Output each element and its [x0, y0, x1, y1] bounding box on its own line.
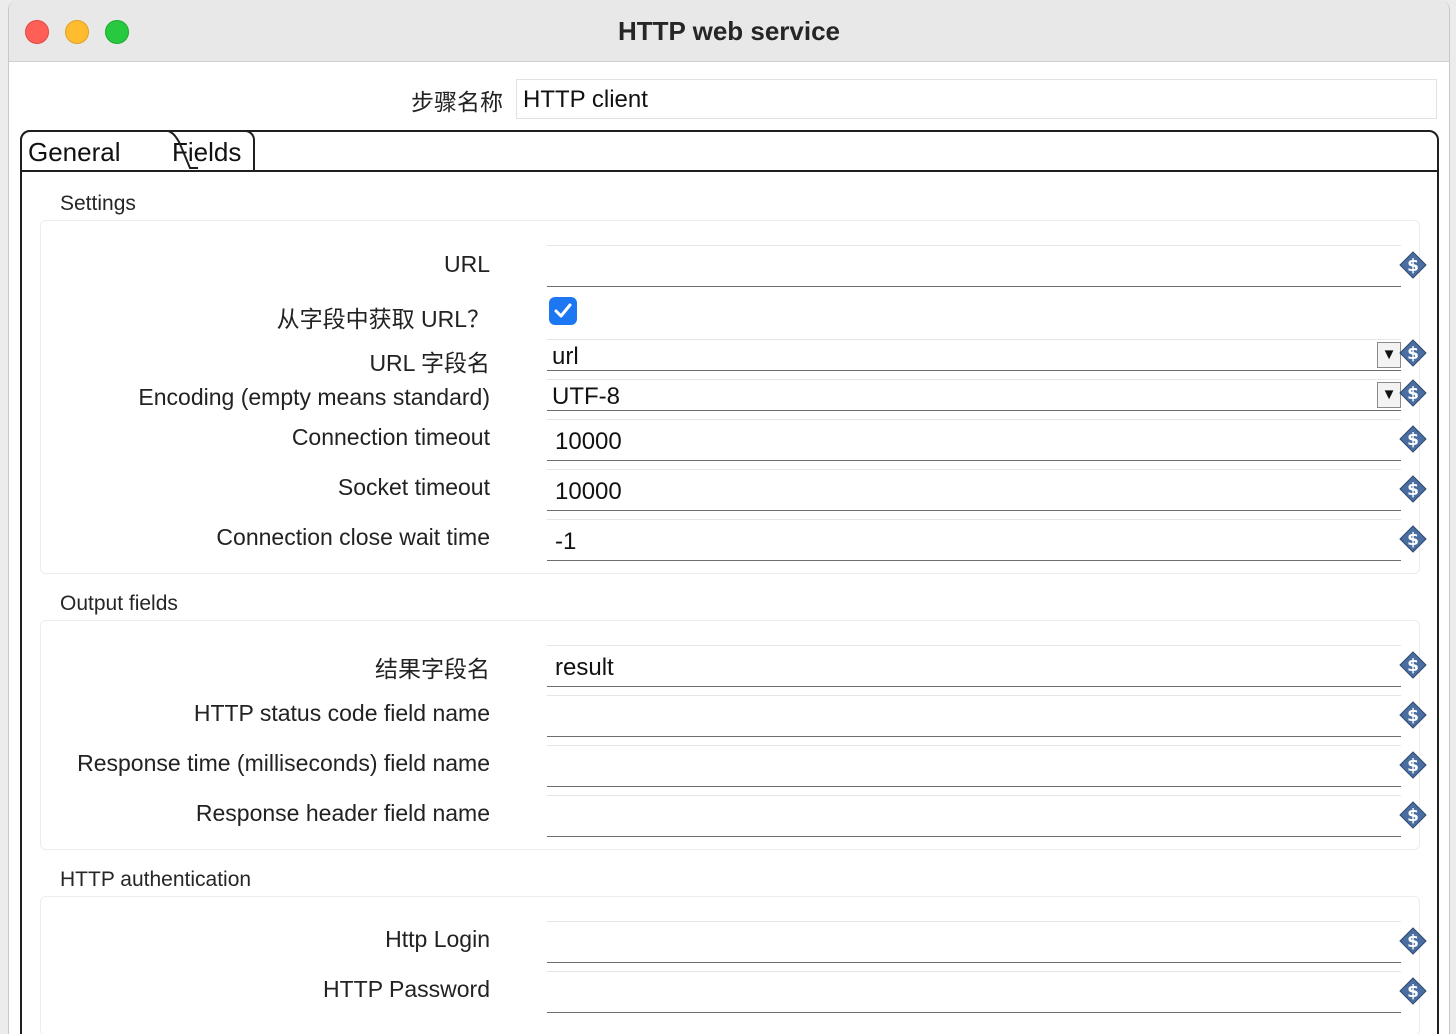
dialog-window: HTTP web service 步骤名称 HTTP client Genera…: [8, 0, 1450, 1034]
url-input[interactable]: [547, 245, 1401, 287]
general-tab-content: Settings URL $ 从字段中获取 URL？ URL 字段名 url ▼…: [22, 170, 1437, 1034]
connection-timeout-input[interactable]: 10000: [547, 419, 1401, 461]
tab-curve: [162, 130, 198, 169]
result-field-input[interactable]: result: [547, 645, 1401, 687]
url-label: URL: [443, 251, 490, 277]
connection-close-wait-label: Connection close wait time: [216, 524, 490, 550]
socket-timeout-label: Socket timeout: [337, 474, 490, 500]
http-password-label: HTTP Password: [322, 976, 490, 1002]
response-header-label: Response header field name: [195, 800, 490, 826]
svg-text:$: $: [1407, 756, 1419, 776]
output-group-title: Output fields: [60, 592, 178, 615]
auth-group-title: HTTP authentication: [60, 868, 252, 891]
svg-text:$: $: [1407, 430, 1419, 450]
http-auth-group: Http Login $ HTTP Password $: [40, 896, 1427, 1034]
url-from-field-label: 从字段中获取 URL？: [276, 306, 490, 332]
status-code-input[interactable]: [547, 695, 1401, 737]
response-time-input[interactable]: [547, 745, 1401, 787]
svg-text:$: $: [1407, 706, 1419, 726]
encoding-combo[interactable]: UTF-8 ▼: [547, 379, 1401, 411]
socket-timeout-input[interactable]: 10000: [547, 469, 1401, 511]
variable-dollar-icon[interactable]: $: [1399, 927, 1427, 955]
variable-dollar-icon[interactable]: $: [1399, 475, 1427, 503]
encoding-value: UTF-8: [552, 383, 620, 410]
variable-dollar-icon[interactable]: $: [1399, 251, 1427, 279]
http-login-label: Http Login: [385, 926, 490, 952]
svg-text:$: $: [1407, 480, 1419, 500]
tab-general-label: General: [28, 137, 121, 167]
variable-dollar-icon[interactable]: $: [1399, 977, 1427, 1005]
http-password-input[interactable]: [547, 971, 1401, 1013]
settings-group-title: Settings: [60, 192, 136, 215]
svg-text:$: $: [1407, 344, 1419, 364]
svg-text:$: $: [1407, 932, 1419, 952]
response-header-input[interactable]: [547, 795, 1401, 837]
svg-text:$: $: [1407, 384, 1419, 404]
http-login-input[interactable]: [547, 921, 1401, 963]
connection-close-wait-input[interactable]: -1: [547, 519, 1401, 561]
encoding-label: Encoding (empty means standard): [138, 384, 490, 410]
variable-dollar-icon[interactable]: $: [1399, 801, 1427, 829]
variable-dollar-icon[interactable]: $: [1399, 339, 1427, 367]
svg-text:$: $: [1407, 656, 1419, 676]
variable-dollar-icon[interactable]: $: [1399, 525, 1427, 553]
url-field-name-value: url: [552, 343, 579, 370]
svg-text:$: $: [1407, 256, 1419, 276]
status-code-label: HTTP status code field name: [193, 700, 490, 726]
response-time-label: Response time (milliseconds) field name: [77, 750, 490, 776]
variable-dollar-icon[interactable]: $: [1399, 701, 1427, 729]
tab-panel: General Fields Settings URL $ 从字段中获取 URL…: [20, 130, 1439, 1034]
dropdown-arrow-icon[interactable]: ▼: [1377, 342, 1401, 368]
url-field-name-combo[interactable]: url ▼: [547, 339, 1401, 371]
variable-dollar-icon[interactable]: $: [1399, 751, 1427, 779]
svg-text:$: $: [1407, 530, 1419, 550]
title-bar[interactable]: HTTP web service: [9, 0, 1449, 62]
checkmark-icon: [554, 303, 572, 318]
variable-dollar-icon[interactable]: $: [1399, 379, 1427, 407]
settings-group: URL $ 从字段中获取 URL？ URL 字段名 url ▼ $ Encodi…: [40, 220, 1427, 574]
svg-text:$: $: [1407, 806, 1419, 826]
dropdown-arrow-icon[interactable]: ▼: [1377, 382, 1401, 408]
svg-text:$: $: [1407, 982, 1419, 1002]
step-name-label: 步骤名称: [411, 89, 503, 115]
tab-general[interactable]: General: [20, 130, 198, 170]
url-from-field-checkbox[interactable]: [549, 297, 577, 325]
connection-timeout-label: Connection timeout: [291, 424, 490, 450]
result-field-label: 结果字段名: [375, 656, 490, 682]
url-field-name-label: URL 字段名: [369, 350, 490, 376]
step-name-input[interactable]: HTTP client: [516, 79, 1437, 119]
output-fields-group: 结果字段名 result $ HTTP status code field na…: [40, 620, 1427, 850]
variable-dollar-icon[interactable]: $: [1399, 425, 1427, 453]
variable-dollar-icon[interactable]: $: [1399, 651, 1427, 679]
window-title: HTTP web service: [617, 16, 841, 46]
